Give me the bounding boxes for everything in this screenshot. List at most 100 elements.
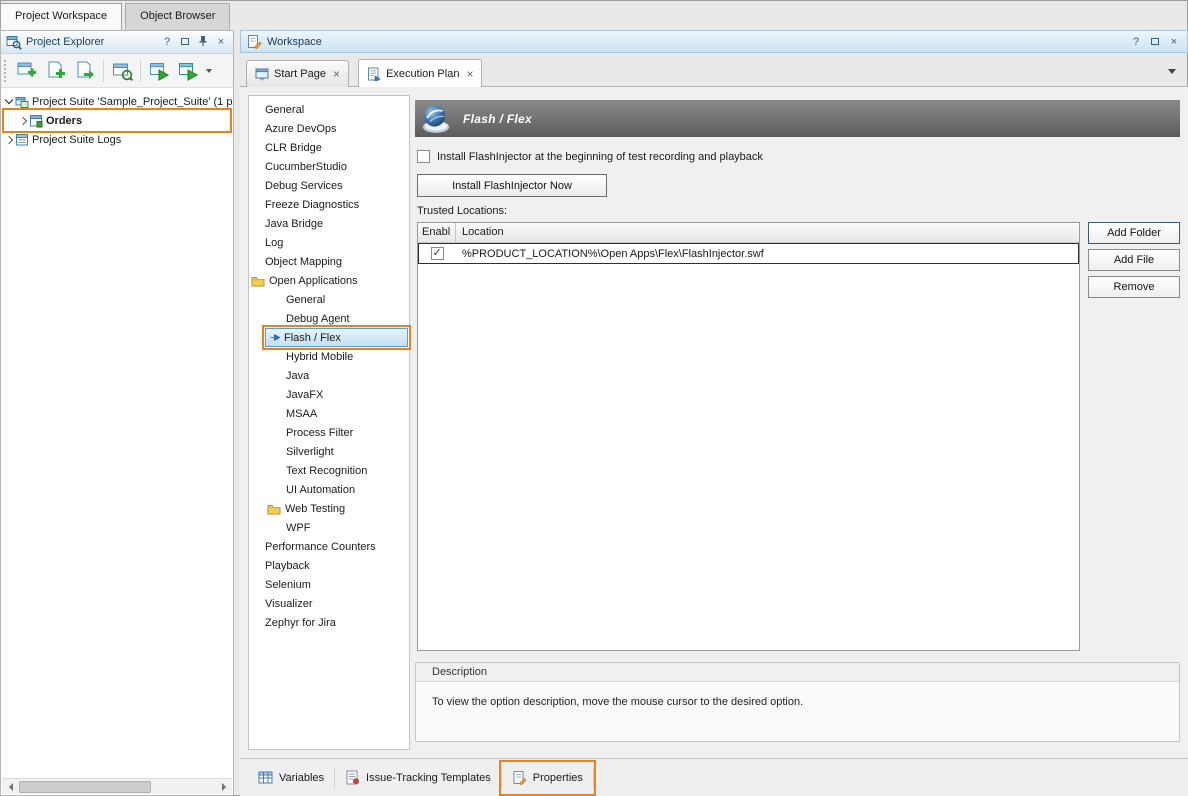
panel-title: Project Explorer (26, 36, 156, 48)
close-panel-icon[interactable]: × (214, 36, 228, 48)
add-folder-button[interactable]: Add Folder (1088, 222, 1180, 244)
expand-icon[interactable] (19, 116, 27, 124)
settings-item-debug-services[interactable]: Debug Services (249, 176, 409, 195)
workspace-icon (247, 34, 262, 49)
add-file-button[interactable]: Add File (1088, 249, 1180, 271)
settings-item-general[interactable]: General (249, 100, 409, 119)
bottom-tab-label: Variables (279, 772, 324, 784)
settings-item-process-filter[interactable]: Process Filter (249, 423, 409, 442)
settings-item-label: Azure DevOps (265, 123, 337, 135)
settings-item-label: Object Mapping (265, 256, 342, 268)
settings-item-visualizer[interactable]: Visualizer (249, 594, 409, 613)
open-file-button[interactable] (72, 58, 98, 84)
settings-item-general[interactable]: General (249, 290, 409, 309)
settings-item-flash-flex[interactable]: Flash / Flex (265, 328, 408, 347)
run-project-button[interactable] (175, 58, 201, 84)
expand-icon[interactable] (5, 135, 13, 143)
column-header-location[interactable]: Location (456, 223, 1079, 242)
settings-item-javafx[interactable]: JavaFX (249, 385, 409, 404)
auto-hide-pin-icon[interactable] (196, 35, 210, 50)
tab-project-workspace[interactable]: Project Workspace (0, 3, 122, 30)
project-explorer-toolbar (1, 54, 233, 88)
settings-item-hybrid-mobile[interactable]: Hybrid Mobile (249, 347, 409, 366)
settings-item-open-applications[interactable]: Open Applications (249, 271, 409, 290)
install-flashinjector-now-button[interactable]: Install FlashInjector Now (417, 174, 607, 197)
checkbox-label: Install FlashInjector at the beginning o… (437, 151, 763, 163)
settings-item-log[interactable]: Log (249, 233, 409, 252)
settings-item-freeze-diagnostics[interactable]: Freeze Diagnostics (249, 195, 409, 214)
scroll-left-icon[interactable] (2, 779, 19, 794)
float-window-icon[interactable] (178, 36, 192, 48)
project-explorer-tree: Project Suite 'Sample_Project_Suite' (1 … (2, 88, 232, 778)
install-flashinjector-checkbox[interactable] (417, 150, 430, 163)
close-panel-icon[interactable]: × (1167, 36, 1181, 48)
grid-header: Enabl Location (418, 223, 1079, 243)
variables-icon (258, 770, 273, 785)
grid-body: %PRODUCT_LOCATION%\Open Apps\Flex\FlashI… (418, 243, 1079, 264)
bottom-tab-variables[interactable]: Variables (248, 763, 334, 793)
settings-item-ui-automation[interactable]: UI Automation (249, 480, 409, 499)
settings-item-wpf[interactable]: WPF (249, 518, 409, 537)
add-item-button[interactable] (109, 58, 135, 84)
toolbar-grip[interactable] (4, 60, 9, 82)
close-tab-icon[interactable]: × (333, 68, 340, 80)
logs-icon (15, 133, 29, 147)
settings-item-web-testing[interactable]: Web Testing (249, 499, 409, 518)
settings-item-label: Log (265, 237, 283, 249)
settings-item-object-mapping[interactable]: Object Mapping (249, 252, 409, 271)
tree-item-project-suite-sample-project-suite-1-p[interactable]: Project Suite 'Sample_Project_Suite' (1 … (2, 92, 232, 111)
toolbar-separator (140, 60, 141, 82)
row-enabled-cell (418, 247, 456, 260)
close-tab-icon[interactable]: × (466, 68, 473, 80)
tab-start-page[interactable]: Start Page × (246, 60, 349, 87)
scrollbar-thumb[interactable] (19, 781, 151, 793)
settings-item-clr-bridge[interactable]: CLR Bridge (249, 138, 409, 157)
tab-execution-plan[interactable]: Execution Plan × (358, 59, 482, 87)
settings-item-silverlight[interactable]: Silverlight (249, 442, 409, 461)
column-header-enabled[interactable]: Enabl (418, 223, 456, 242)
project-explorer-header: Project Explorer ? × (1, 31, 233, 54)
horizontal-scrollbar[interactable] (2, 778, 232, 794)
tab-list-dropdown-icon[interactable] (1168, 69, 1176, 74)
settings-item-java-bridge[interactable]: Java Bridge (249, 214, 409, 233)
settings-item-azure-devops[interactable]: Azure DevOps (249, 119, 409, 138)
project-explorer-icon (6, 34, 22, 50)
settings-item-text-recognition[interactable]: Text Recognition (249, 461, 409, 480)
tree-item-project-suite-logs[interactable]: Project Suite Logs (2, 130, 232, 149)
settings-item-label: Visualizer (265, 598, 313, 610)
new-project-suite-button[interactable] (14, 58, 40, 84)
remove-button[interactable]: Remove (1088, 276, 1180, 298)
settings-item-msaa[interactable]: MSAA (249, 404, 409, 423)
trusted-location-row[interactable]: %PRODUCT_LOCATION%\Open Apps\Flex\FlashI… (418, 243, 1079, 264)
toolbar-dropdown-icon[interactable] (206, 69, 212, 73)
run-project-suite-button[interactable] (146, 58, 172, 84)
tree-item-orders[interactable]: Orders (2, 111, 232, 130)
bottom-tab-label: Issue-Tracking Templates (366, 772, 491, 784)
settings-item-label: General (265, 104, 304, 116)
settings-item-selenium[interactable]: Selenium (249, 575, 409, 594)
bottom-tab-issue-tracking-templates[interactable]: Issue-Tracking Templates (335, 763, 501, 793)
collapse-icon[interactable] (5, 96, 13, 104)
settings-item-label: Open Applications (269, 275, 358, 287)
help-icon[interactable]: ? (160, 36, 174, 48)
folder-icon (267, 503, 281, 515)
settings-item-java[interactable]: Java (249, 366, 409, 385)
float-window-icon[interactable] (1148, 36, 1162, 48)
row-enabled-checkbox[interactable] (431, 247, 444, 260)
tab-object-browser[interactable]: Object Browser (125, 3, 230, 30)
settings-item-debug-agent[interactable]: Debug Agent (249, 309, 409, 328)
bottom-tab-properties[interactable]: Properties (502, 763, 593, 793)
settings-item-performance-counters[interactable]: Performance Counters (249, 537, 409, 556)
settings-item-cucumberstudio[interactable]: CucumberStudio (249, 157, 409, 176)
settings-item-playback[interactable]: Playback (249, 556, 409, 575)
trusted-locations-label: Trusted Locations: (417, 205, 507, 217)
settings-item-label: General (286, 294, 325, 306)
scroll-right-icon[interactable] (215, 779, 232, 794)
new-project-button[interactable] (43, 58, 69, 84)
trusted-locations-grid: Enabl Location %PRODUCT_LOCATION%\Open A… (417, 222, 1080, 651)
settings-item-zephyr-for-jira[interactable]: Zephyr for Jira (249, 613, 409, 632)
settings-item-label: Silverlight (286, 446, 334, 458)
help-icon[interactable]: ? (1129, 36, 1143, 48)
tab-label: Start Page (274, 68, 326, 80)
settings-item-label: Hybrid Mobile (286, 351, 353, 363)
